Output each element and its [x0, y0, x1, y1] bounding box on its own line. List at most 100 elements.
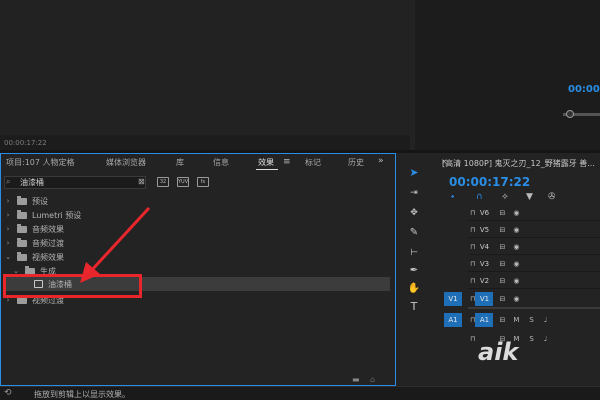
track-v4: ⊓ V4 ⊟ ◉: [444, 238, 600, 255]
tab-media-browser[interactable]: 媒体浏览器: [106, 157, 146, 168]
delete-icon[interactable]: ⌂: [370, 375, 375, 384]
tree-folder-video-effects[interactable]: ⌄ 视频效果: [4, 250, 384, 264]
track-label[interactable]: V1: [475, 291, 494, 306]
track-v5: ⊓ V5 ⊟ ◉: [444, 221, 600, 238]
sequence-tab-title[interactable]: [高清 1080P] 鬼灭之刃_12_野猪露牙 善...: [442, 158, 595, 169]
chevron-right-icon[interactable]: ›: [4, 211, 12, 219]
folder-icon: [17, 251, 27, 261]
sync-lock-icon[interactable]: ⊟: [499, 277, 505, 285]
track-label[interactable]: V6: [475, 206, 493, 220]
solo-button[interactable]: S: [529, 316, 533, 324]
microphone-icon[interactable]: ♩: [544, 335, 547, 343]
refresh-icon: ⟲: [4, 388, 12, 398]
solo-button[interactable]: S: [529, 335, 533, 343]
tab-libraries[interactable]: 库: [176, 157, 184, 168]
tab-project[interactable]: 项目:107 人物定格: [6, 157, 75, 168]
track-divider: [468, 288, 600, 289]
chevron-right-icon[interactable]: ›: [4, 239, 12, 247]
sync-lock-icon[interactable]: ⊟: [499, 260, 505, 268]
tree-item-label: Lumetri 预设: [32, 210, 82, 220]
tab-effects[interactable]: 效果: [258, 157, 274, 168]
track-v1: V1 ⊓ V1 ⊟ ◉: [444, 290, 600, 307]
program-monitor-timecode: 00:00:17:22: [4, 139, 47, 147]
linked-selection-icon[interactable]: ⟡: [502, 192, 508, 202]
tree-item-label: 音频效果: [32, 224, 64, 234]
eye-icon[interactable]: ◉: [513, 209, 519, 217]
tree-folder-presets[interactable]: › 预设: [4, 194, 384, 208]
new-bin-icon[interactable]: ▬: [352, 375, 360, 384]
chevron-right-icon[interactable]: ›: [4, 225, 12, 233]
track-v2: ⊓ V2 ⊟ ◉: [444, 272, 600, 289]
sync-lock-icon[interactable]: ⊟: [499, 209, 505, 217]
nest-icon[interactable]: ⬩: [451, 192, 454, 202]
wrench-icon[interactable]: ✇: [548, 192, 556, 202]
eye-icon[interactable]: ◉: [513, 277, 519, 285]
32bit-effects-filter-button[interactable]: YUV: [177, 177, 189, 187]
folder-icon: [17, 223, 27, 233]
sync-lock-icon[interactable]: ⊟: [499, 243, 505, 251]
watermark: aik: [478, 338, 519, 366]
track-a2: ⊓ ⊟ M S ♩: [444, 330, 600, 347]
chevron-right-icon[interactable]: ›: [4, 197, 12, 205]
source-patch-video[interactable]: V1: [444, 291, 462, 306]
tree-item-label: 视频效果: [32, 252, 64, 262]
more-panels-icon[interactable]: »: [378, 156, 384, 166]
folder-icon: [17, 195, 27, 205]
hand-tool-icon[interactable]: ✋: [407, 282, 421, 296]
track-label[interactable]: V5: [475, 223, 493, 237]
chevron-down-icon[interactable]: ⌄: [4, 253, 12, 261]
add-marker-icon[interactable]: ▼: [526, 192, 533, 202]
source-patch-audio[interactable]: A1: [444, 312, 462, 327]
panel-menu-icon[interactable]: ≡: [283, 157, 291, 167]
slip-tool-icon[interactable]: ⊢: [407, 246, 421, 260]
track-label[interactable]: V3: [475, 257, 493, 271]
track-select-tool-icon[interactable]: ⇥: [407, 186, 421, 200]
tree-item-label: 预设: [32, 196, 48, 206]
tree-item-label: 音频过渡: [32, 238, 64, 248]
tab-markers[interactable]: 标记: [305, 157, 321, 168]
folder-icon: [17, 237, 27, 247]
eye-icon[interactable]: ◉: [513, 243, 519, 251]
zoom-slider-handle[interactable]: [566, 110, 574, 118]
timeline-timecode[interactable]: 00:00:17:22: [449, 175, 530, 189]
yuv-effects-filter-button[interactable]: fx: [197, 177, 209, 187]
eye-icon[interactable]: ◉: [513, 226, 519, 234]
track-label[interactable]: A1: [475, 312, 494, 327]
eye-icon[interactable]: ◉: [513, 260, 519, 268]
tree-folder-lumetri-presets[interactable]: › Lumetri 预设: [4, 208, 384, 222]
sync-lock-icon[interactable]: ⊟: [499, 226, 505, 234]
mute-button[interactable]: M: [513, 316, 519, 324]
source-monitor: [415, 0, 600, 150]
pen-tool-icon[interactable]: ✒: [407, 264, 421, 278]
tab-info[interactable]: 信息: [213, 157, 229, 168]
program-monitor-screen: [0, 0, 410, 135]
search-icon: ⌕: [6, 177, 11, 186]
track-v6: ⊓ V6 ⊟ ◉: [444, 204, 600, 221]
track-label[interactable]: V2: [475, 274, 493, 288]
effects-search-input[interactable]: [20, 177, 120, 188]
snap-icon[interactable]: ∩: [476, 192, 483, 202]
microphone-icon[interactable]: ♩: [544, 316, 547, 324]
track-a1: A1 ⊓ A1 ⊟ M S ♩: [444, 311, 600, 328]
selection-tool-icon[interactable]: ➤: [407, 166, 421, 180]
sync-lock-icon[interactable]: ⊟: [499, 295, 505, 303]
accelerated-effects-filter-button[interactable]: 32: [157, 177, 169, 187]
track-v3: ⊓ V3 ⊟ ◉: [444, 255, 600, 272]
annotation-highlight-box: [3, 274, 142, 298]
active-tab-indicator: [256, 169, 278, 170]
eye-icon[interactable]: ◉: [513, 295, 519, 303]
tab-history[interactable]: 历史: [348, 157, 364, 168]
source-monitor-timecode: 00:00:: [568, 84, 600, 95]
clear-search-icon[interactable]: ⊠: [138, 177, 145, 186]
track-label[interactable]: V4: [475, 240, 493, 254]
ripple-edit-tool-icon[interactable]: ✥: [407, 206, 421, 220]
type-tool-icon[interactable]: T: [407, 300, 421, 314]
premiere-window: 00:00:17:22 ▸⌐ ⌐ 00:00: 项目:107 人物定格 媒体浏览…: [0, 0, 600, 400]
lock-icon[interactable]: ⊓: [470, 335, 475, 343]
tree-folder-audio-transitions[interactable]: › 音频过渡: [4, 236, 384, 250]
razor-tool-icon[interactable]: ✎: [407, 226, 421, 240]
sync-lock-icon[interactable]: ⊟: [499, 316, 505, 324]
tree-folder-audio-effects[interactable]: › 音频效果: [4, 222, 384, 236]
status-text: 拖放到剪辑上以显示效果。: [34, 390, 130, 399]
folder-icon: [17, 209, 27, 219]
